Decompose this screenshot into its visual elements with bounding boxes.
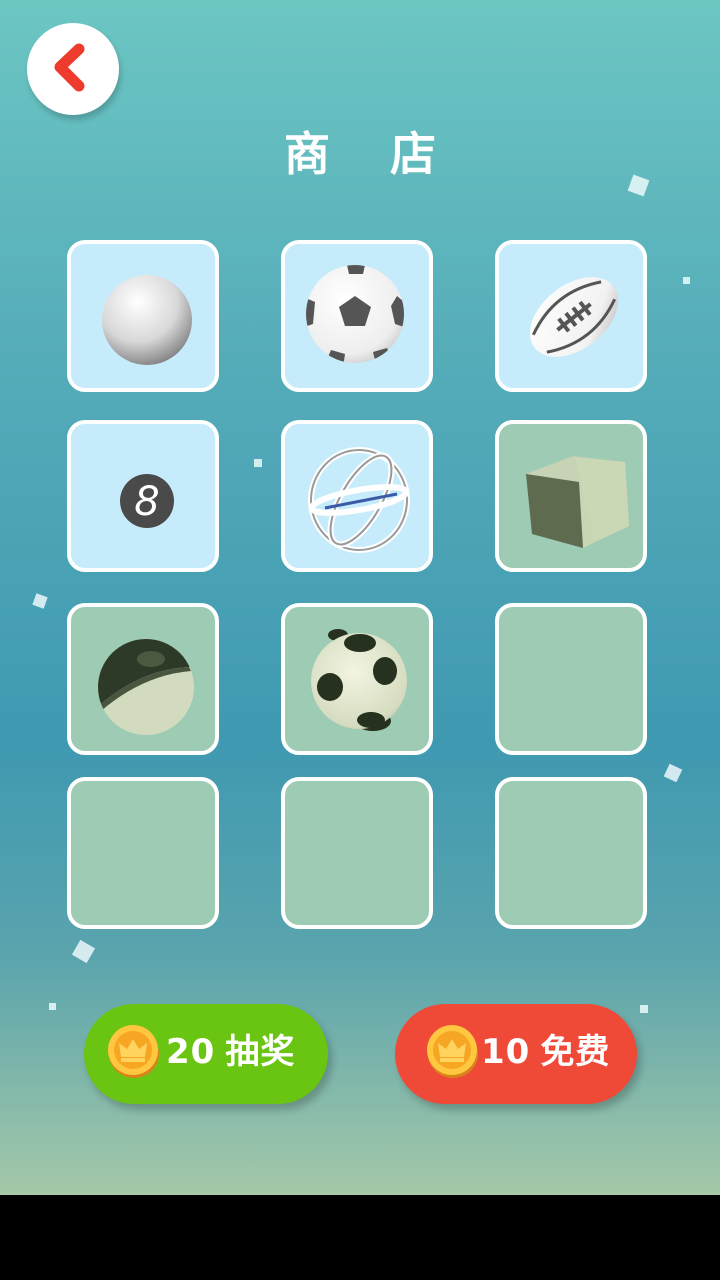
half-dark-ball-icon	[98, 639, 194, 735]
shop-slot-empty[interactable]	[281, 777, 433, 929]
system-nav-bar	[0, 1195, 720, 1280]
confetti-decoration	[71, 939, 96, 964]
shop-slot-empty[interactable]	[495, 777, 647, 929]
lottery-text: 抽奖	[225, 1032, 296, 1072]
confetti-decoration	[663, 763, 683, 783]
shop-slot-eight-ball[interactable]: 8	[67, 420, 219, 572]
confetti-decoration	[683, 277, 690, 284]
eight-ball-icon: 8	[120, 474, 174, 528]
lottery-cost: 20	[166, 1032, 216, 1072]
shop-slot-half-dark-ball[interactable]	[67, 603, 219, 755]
shop-slot-empty[interactable]	[67, 777, 219, 929]
panda-ball-icon	[311, 629, 407, 731]
shop-screen: 商 店 8 20 抽奖 10 免费	[0, 0, 720, 1195]
lottery-button[interactable]: 20 抽奖	[84, 1004, 328, 1104]
confetti-decoration	[49, 1003, 56, 1010]
shop-slot-panda-ball[interactable]	[281, 603, 433, 755]
shop-slot-rugby-ball[interactable]	[495, 240, 647, 392]
confetti-decoration	[32, 593, 48, 609]
cube-icon	[526, 456, 629, 548]
shop-slot-gyro-ring-ball[interactable]	[281, 420, 433, 572]
svg-text:8: 8	[134, 479, 159, 525]
gold-crown-coin-icon	[427, 1025, 478, 1078]
page-title: 商 店	[283, 127, 458, 181]
shop-slot-white-ball[interactable]	[67, 240, 219, 392]
gyro-ring-ball-icon	[308, 447, 410, 553]
free-button[interactable]: 10 免费	[395, 1004, 637, 1104]
soccer-ball-icon	[306, 265, 404, 363]
shop-slot-empty[interactable]	[495, 603, 647, 755]
shop-slot-soccer-ball[interactable]	[281, 240, 433, 392]
lottery-button-label: 20 抽奖	[166, 1004, 305, 1104]
confetti-decoration	[640, 1005, 648, 1013]
free-button-label: 10 免费	[481, 1004, 620, 1104]
chevron-left-icon	[54, 43, 85, 92]
rugby-ball-icon	[529, 277, 619, 357]
gold-crown-coin-icon	[108, 1025, 159, 1078]
white-ball-icon	[102, 275, 192, 365]
confetti-decoration	[254, 459, 262, 467]
back-button[interactable]	[27, 23, 119, 115]
free-text: 免费	[540, 1032, 611, 1072]
shop-slot-cube[interactable]	[495, 420, 647, 572]
free-cost: 10	[481, 1032, 531, 1072]
